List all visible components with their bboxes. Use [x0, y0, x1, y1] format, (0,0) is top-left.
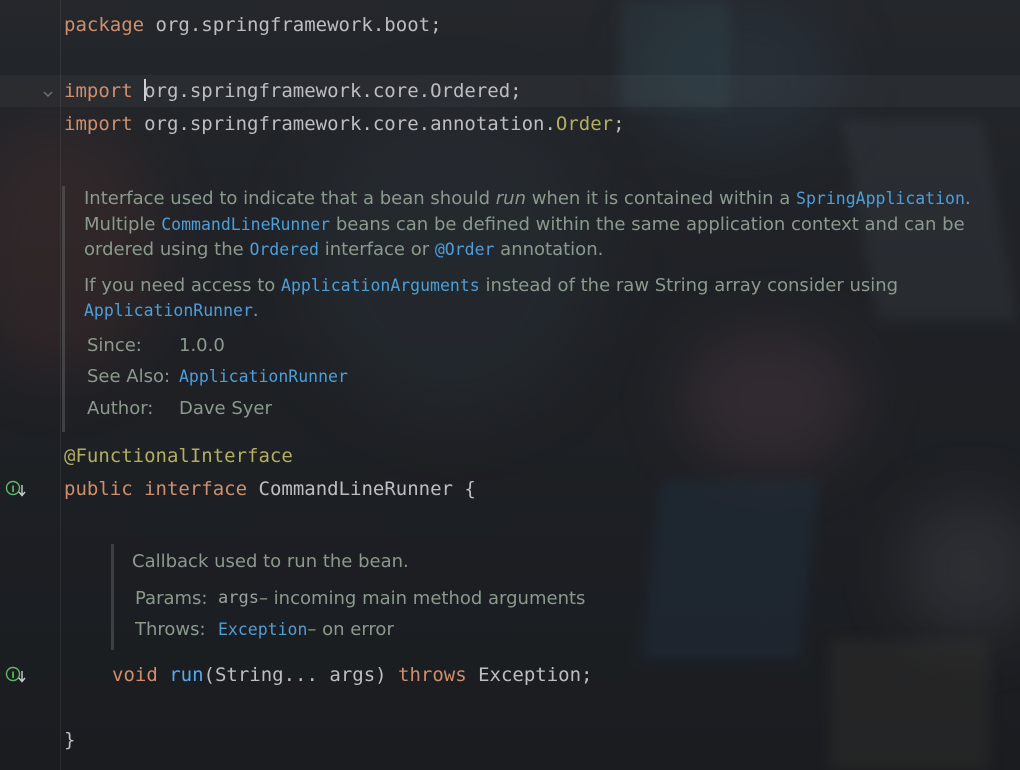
link-application-runner[interactable]: ApplicationRunner: [84, 301, 253, 320]
throws-keyword: throws: [398, 664, 467, 686]
import-path: org.springframework.core.annotation.: [144, 113, 556, 135]
import-class-order: Order: [555, 113, 614, 135]
void-keyword: void: [112, 664, 158, 686]
javadoc-since: Since: 1.0.0: [87, 334, 225, 356]
code-line-run-method[interactable]: void run(String... args) throws Exceptio…: [112, 662, 593, 688]
code-line-close-brace[interactable]: }: [64, 727, 75, 753]
link-application-arguments[interactable]: ApplicationArguments: [281, 276, 480, 295]
method-name: run: [169, 664, 204, 686]
svg-text:I: I: [11, 485, 14, 495]
class-javadoc: Interface used to indicate that a bean s…: [62, 186, 1012, 432]
implemented-interface-icon[interactable]: I: [5, 479, 29, 503]
semicolon: ;: [613, 113, 625, 135]
implemented-method-icon[interactable]: I: [5, 665, 29, 689]
link-see-also-application-runner[interactable]: ApplicationRunner: [179, 361, 348, 393]
code-line-package[interactable]: package org.springframework.boot;: [64, 12, 442, 38]
javadoc-author: Author: Dave Syer: [87, 397, 272, 419]
public-keyword: public: [64, 478, 133, 500]
gutter-separator: [60, 0, 61, 770]
open-brace: {: [464, 478, 476, 500]
link-command-line-runner[interactable]: CommandLineRunner: [161, 215, 330, 234]
link-order-annotation[interactable]: @Order: [435, 240, 495, 259]
code-line-interface-declaration[interactable]: public interface CommandLineRunner {: [64, 476, 476, 502]
method-javadoc-params: Params: args – incoming main method argum…: [135, 583, 692, 615]
javadoc-bar: [62, 186, 65, 432]
svg-text:I: I: [11, 671, 14, 681]
javadoc-bar: [111, 544, 114, 650]
javadoc-see-also: See Also: ApplicationRunner: [87, 361, 1004, 393]
package-keyword: package: [64, 14, 145, 36]
interface-name: CommandLineRunner: [258, 478, 453, 500]
interface-keyword: interface: [144, 478, 248, 500]
javadoc-paragraph-2: If you need access to ApplicationArgumen…: [84, 274, 899, 322]
import-keyword: import: [64, 80, 133, 102]
link-ordered[interactable]: Ordered: [249, 240, 319, 259]
functional-interface-annotation: @FunctionalInterface: [64, 445, 293, 467]
method-params: (String... args): [203, 664, 399, 686]
param-name: args: [218, 587, 259, 608]
exception-type: Exception;: [478, 664, 593, 686]
code-line-import-order[interactable]: import org.springframework.core.annotati…: [64, 111, 625, 137]
method-javadoc: Callback used to run the bean. Params: ar…: [111, 544, 711, 650]
javadoc-paragraph-1: Interface used to indicate that a bean s…: [84, 188, 971, 260]
import-keyword: import: [64, 113, 133, 135]
code-line-annotation[interactable]: @FunctionalInterface: [64, 443, 293, 469]
chevron-down-icon[interactable]: [42, 84, 54, 103]
package-name: org.springframework.boot;: [155, 14, 442, 36]
method-javadoc-throws: Throws: Exception – on error: [135, 614, 692, 646]
link-spring-application[interactable]: SpringApplication: [796, 189, 965, 208]
link-exception[interactable]: Exception: [218, 614, 307, 646]
method-javadoc-summary: Callback used to run the bean.: [132, 551, 409, 572]
close-brace: }: [64, 729, 76, 751]
code-line-import-ordered[interactable]: import org.springframework.core.Ordered;: [64, 78, 522, 104]
import-path: org.springframework.core.Ordered;: [144, 80, 522, 102]
